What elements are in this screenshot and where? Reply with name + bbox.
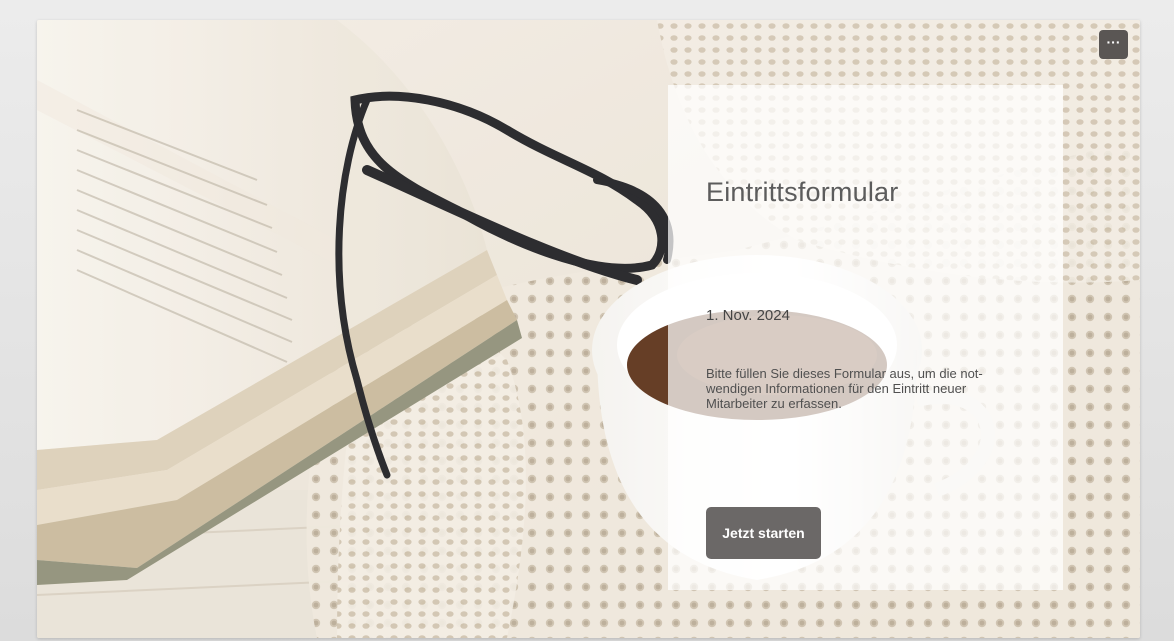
- start-button[interactable]: Jetzt starten: [706, 507, 821, 559]
- form-date: 1. Nov. 2024: [706, 307, 790, 324]
- more-dots-icon: ···: [1106, 34, 1121, 50]
- form-description: Bitte füllen Sie dieses Formular aus, um…: [706, 366, 983, 411]
- form-title: Eintrittsformular: [706, 177, 899, 207]
- intro-panel: Eintrittsformular 1. Nov. 2024 Bitte fül…: [668, 85, 1063, 590]
- cover-card: ··· Eintrittsformular 1. Nov. 2024 Bitte…: [37, 20, 1140, 638]
- form-welcome-page: ··· Eintrittsformular 1. Nov. 2024 Bitte…: [0, 0, 1174, 641]
- more-options-button[interactable]: ···: [1099, 30, 1128, 59]
